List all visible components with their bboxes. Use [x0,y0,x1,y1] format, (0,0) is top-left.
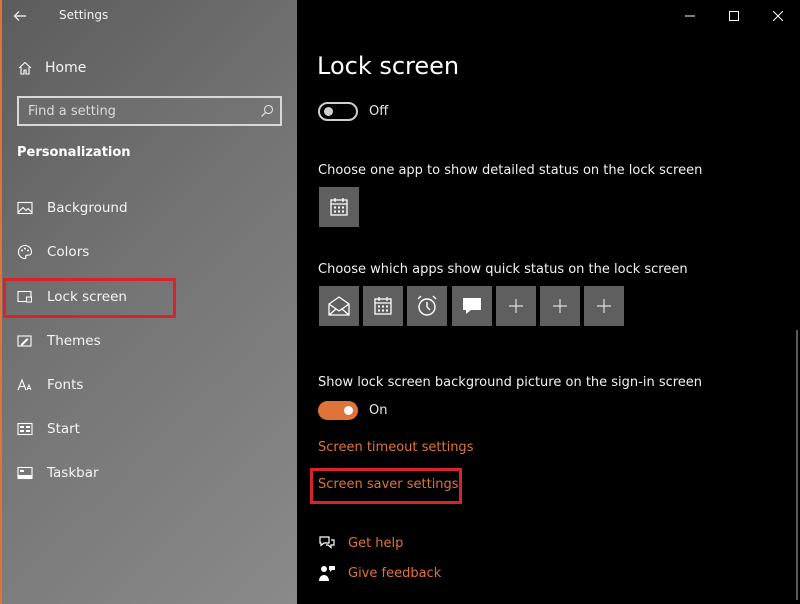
detailed-status-label: Choose one app to show detailed status o… [318,163,703,178]
sidebar-item-label: Background [47,200,128,216]
sidebar-item-label: Fonts [47,377,84,393]
sidebar-item-start[interactable]: Start [16,417,80,441]
add-icon [597,299,611,313]
window-controls [668,0,800,32]
quick-status-tile-alarm[interactable] [407,286,447,326]
start-icon [16,420,34,438]
page-title: Lock screen [317,52,460,80]
detailed-status-app-tile[interactable] [319,187,359,227]
alarm-icon [417,295,437,316]
quick-status-tile-add-2[interactable] [540,286,580,326]
title-bar: Settings [2,0,297,32]
section-title: Personalization [17,145,131,160]
close-icon [773,11,783,21]
help-chat-icon [318,534,336,552]
sidebar-item-label: Home [45,60,87,76]
maximize-button[interactable] [712,0,756,32]
quick-status-tile-add-1[interactable] [496,286,536,326]
quick-status-tile-mail[interactable] [319,286,359,326]
brush-icon [16,332,34,350]
quick-status-tile-add-3[interactable] [584,286,624,326]
minimize-button[interactable] [668,0,712,32]
palette-icon [16,243,34,261]
taskbar-icon [16,464,34,482]
toggle-state-label: On [369,403,388,418]
sidebar-item-home[interactable]: Home [16,57,86,79]
search-box[interactable] [17,96,282,126]
quick-status-tile-calendar[interactable] [363,286,403,326]
quick-status-label: Choose which apps show quick status on t… [318,262,688,277]
messaging-icon [463,298,481,314]
sidebar-item-label: Taskbar [47,465,99,481]
window-title: Settings [59,8,109,22]
sidebar-item-background[interactable]: Background [16,196,128,220]
calendar-icon [330,198,348,216]
main-content: Lock screen Off Choose one app to show d… [297,0,800,604]
picture-icon [16,199,34,217]
mail-icon [328,296,350,316]
home-icon [16,59,34,77]
highlight-box-lock-screen [3,278,176,318]
lock-screen-toggle[interactable] [318,102,358,121]
search-input[interactable] [28,103,254,119]
quick-status-tile-messaging[interactable] [452,286,492,326]
sidebar-item-fonts[interactable]: Fonts [16,373,83,397]
give-feedback-row[interactable]: Give feedback [318,564,441,582]
calendar-icon [374,297,392,315]
feedback-person-icon [318,564,336,582]
fonts-icon [16,376,34,394]
signin-background-label: Show lock screen background picture on t… [318,375,703,390]
close-button[interactable] [756,0,800,32]
sidebar-item-label: Colors [47,244,90,260]
maximize-icon [729,11,739,21]
screen-saver-link[interactable]: Screen saver settings [318,477,459,492]
minimize-icon [685,15,695,17]
toggle-knob [344,406,353,415]
screen-timeout-link[interactable]: Screen timeout settings [318,440,473,455]
sidebar-item-label: Start [47,421,80,437]
search-icon[interactable] [254,98,280,124]
add-icon [509,299,523,313]
back-arrow-icon [13,11,26,21]
get-help-link[interactable]: Get help [348,536,403,551]
sidebar-item-label: Themes [47,333,101,349]
scrollbar[interactable] [796,330,798,600]
sidebar-item-colors[interactable]: Colors [16,240,89,264]
sidebar-item-themes[interactable]: Themes [16,329,101,353]
back-button[interactable] [10,6,30,26]
toggle-knob [324,107,333,116]
get-help-row[interactable]: Get help [318,534,403,552]
give-feedback-link[interactable]: Give feedback [348,566,441,581]
toggle-state-label: Off [369,104,389,119]
signin-background-toggle[interactable] [318,401,358,420]
sidebar-item-taskbar[interactable]: Taskbar [16,461,99,485]
add-icon [553,299,567,313]
